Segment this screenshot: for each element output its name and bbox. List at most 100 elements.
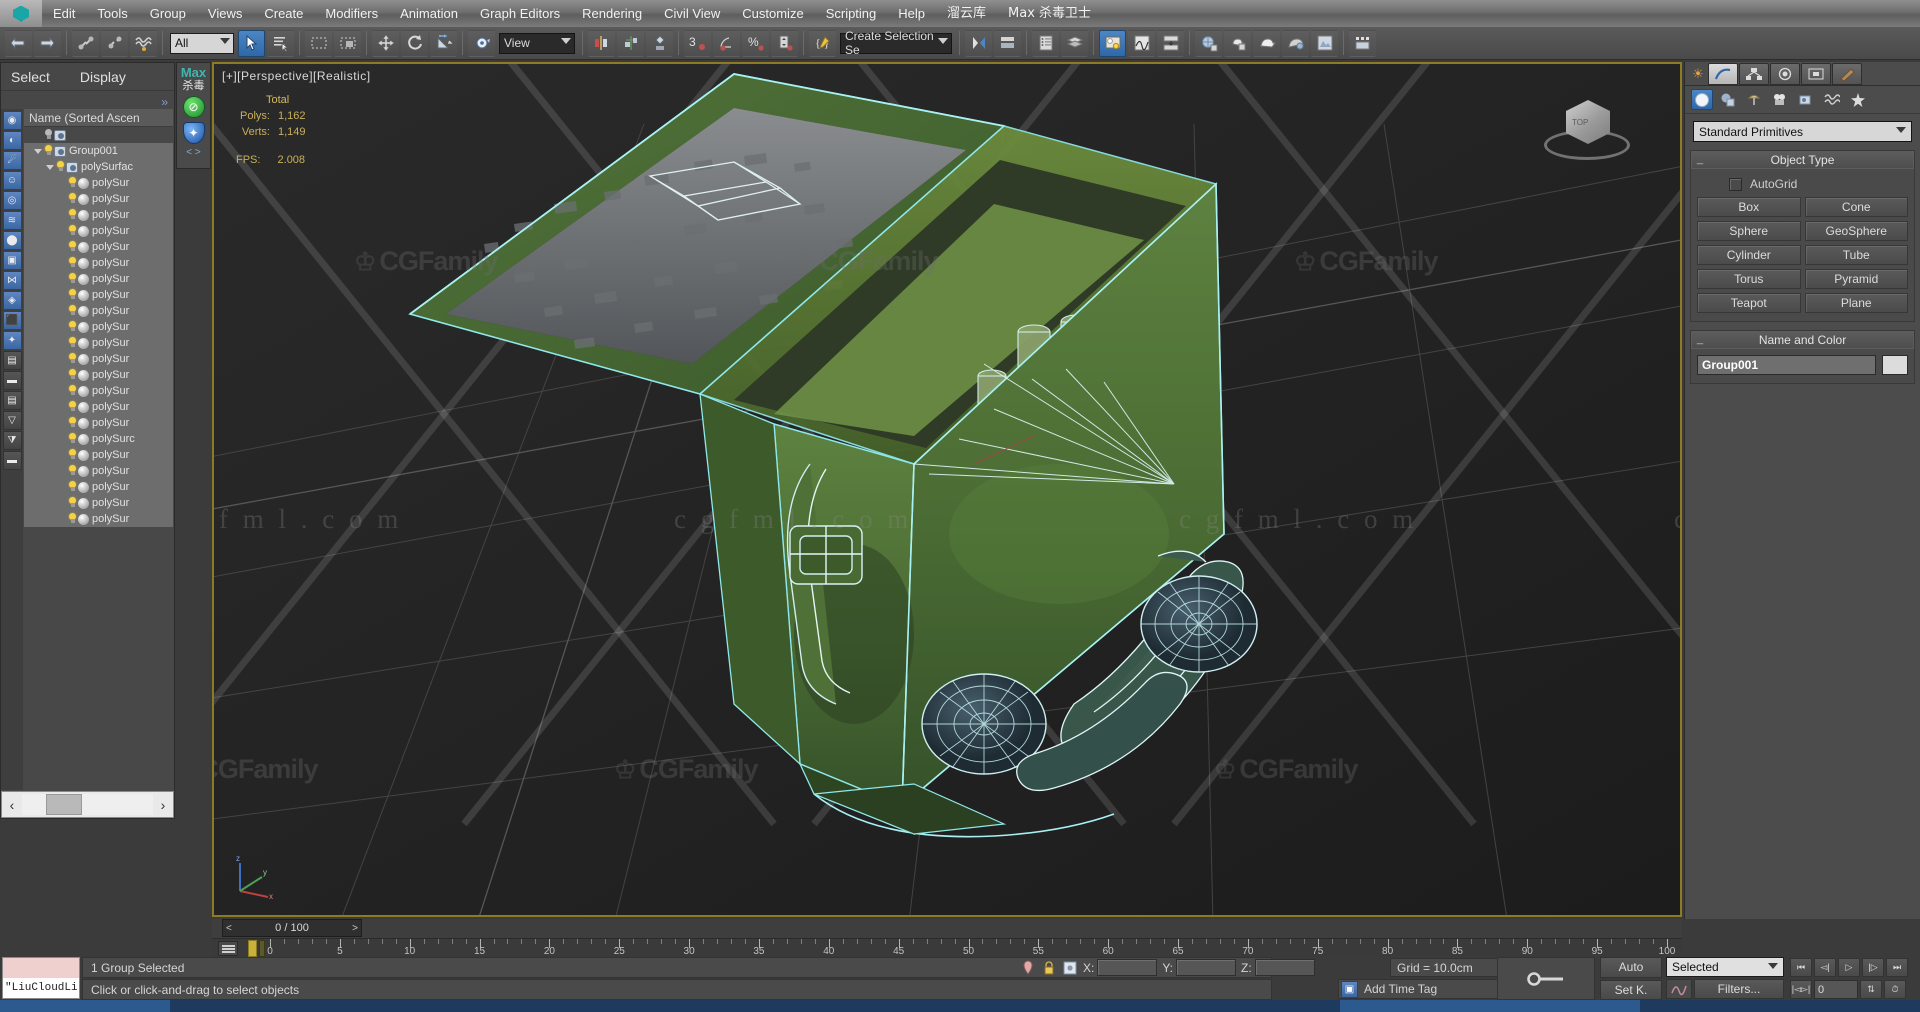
tree-row[interactable]: polySur: [24, 239, 173, 255]
curve-editor-icon[interactable]: [1128, 29, 1155, 57]
time-tag-icon[interactable]: ▣: [1341, 980, 1358, 998]
key-filter-combo[interactable]: Selected: [1666, 957, 1784, 977]
sphere-object-icon[interactable]: [78, 337, 89, 349]
shapes-icon[interactable]: [1717, 89, 1739, 110]
previous-frame-icon[interactable]: ◅|: [1814, 958, 1836, 977]
tree-row[interactable]: polySur: [24, 175, 173, 191]
sphere-object-icon[interactable]: [78, 369, 89, 381]
render-toggle-icon[interactable]: [66, 161, 78, 173]
motion-tab[interactable]: [1801, 63, 1831, 85]
sphere-object-icon[interactable]: [78, 193, 89, 205]
go-to-end-icon[interactable]: ⏭: [1886, 958, 1908, 977]
geosphere-button[interactable]: GeoSphere: [1804, 221, 1908, 241]
perspective-viewport[interactable]: [+][Perspective][Realistic] Total Polys:…: [212, 62, 1682, 917]
scene-explorer-tool-4[interactable]: ◎: [2, 191, 22, 210]
menu-item-graph-editors[interactable]: Graph Editors: [469, 0, 571, 27]
tree-row[interactable]: polySur: [24, 383, 173, 399]
play-animation-icon[interactable]: ▷: [1838, 958, 1860, 977]
menu-item-max-antivirus[interactable]: Max 杀毒卫士: [997, 0, 1102, 27]
menu-item-tools[interactable]: Tools: [86, 0, 138, 27]
subcategory-combo[interactable]: Standard Primitives: [1693, 121, 1912, 142]
render-settings-dots-icon[interactable]: [1349, 29, 1376, 57]
key-mode-icon[interactable]: |◅▻|: [1790, 980, 1812, 999]
sphere-object-icon[interactable]: [78, 481, 89, 493]
tree-row[interactable]: polySur: [24, 207, 173, 223]
light-bulb-icon[interactable]: [67, 353, 78, 365]
sphere-object-icon[interactable]: [78, 353, 89, 365]
menu-item-create[interactable]: Create: [253, 0, 314, 27]
viewport-label[interactable]: [+][Perspective][Realistic]: [222, 69, 371, 83]
undo-icon[interactable]: [5, 29, 32, 57]
material-editor-icon[interactable]: [1099, 29, 1126, 57]
render-setup-icon[interactable]: [1195, 29, 1222, 57]
selection-filter-combo[interactable]: All: [170, 32, 234, 54]
hierarchy-tab[interactable]: [1770, 63, 1800, 85]
snaps-toggle-icon[interactable]: 3: [684, 29, 711, 57]
menu-item-rendering[interactable]: Rendering: [571, 0, 653, 27]
scene-tree[interactable]: Group001 polySurfac polySur polySur polySur p…: [24, 127, 173, 527]
light-bulb-icon[interactable]: [67, 497, 78, 509]
light-bulb-icon[interactable]: [67, 209, 78, 221]
scrollbar-thumb[interactable]: [46, 794, 82, 815]
track-bar[interactable]: 0 5 10 15 20 25 30 35 40 45 50 55 60 65 70 75 80 85 90 95 10…: [212, 938, 1682, 957]
sphere-object-icon[interactable]: [78, 321, 89, 333]
rollout-collapse-icon[interactable]: _: [1697, 153, 1703, 165]
light-bulb-icon[interactable]: [67, 193, 78, 205]
antivirus-scan-icon[interactable]: ⊘: [182, 96, 205, 118]
y-value[interactable]: [1176, 959, 1237, 976]
tree-row[interactable]: polySur: [24, 255, 173, 271]
tree-row[interactable]: polySur: [24, 447, 173, 463]
spacewarps-icon[interactable]: [1821, 89, 1843, 110]
auto-key-button[interactable]: Auto: [1600, 957, 1662, 978]
render-toggle-icon[interactable]: [54, 145, 66, 157]
tab-select[interactable]: Select: [11, 69, 50, 85]
select-move-icon[interactable]: [372, 29, 399, 57]
menu-item-modifiers[interactable]: Modifiers: [314, 0, 389, 27]
select-rotate-icon[interactable]: [401, 29, 428, 57]
box-button[interactable]: Box: [1697, 197, 1801, 217]
scene-explorer-filter-0[interactable]: ▤: [2, 351, 22, 370]
tab-display[interactable]: Display: [80, 69, 126, 85]
scene-explorer-filter-2[interactable]: ▤: [2, 391, 22, 410]
tree-row[interactable]: polySur: [24, 415, 173, 431]
array-icon[interactable]: [646, 29, 673, 57]
select-link-icon[interactable]: [72, 29, 99, 57]
key-mode-toggle[interactable]: [1497, 957, 1595, 1000]
y-coordinate-field[interactable]: Y:: [1162, 959, 1237, 976]
scene-explorer-hscrollbar[interactable]: ‹ ›: [1, 791, 174, 818]
light-bulb-icon[interactable]: [55, 161, 66, 173]
expand-chevron-icon[interactable]: »: [161, 95, 168, 109]
viewcube[interactable]: TOP: [1542, 96, 1632, 176]
layer-manager-icon[interactable]: [994, 29, 1021, 57]
align-icon[interactable]: [617, 29, 644, 57]
sphere-object-icon[interactable]: [78, 385, 89, 397]
light-bulb-icon[interactable]: [67, 241, 78, 253]
render-toggle-icon[interactable]: [54, 129, 66, 141]
tree-expand-toggle[interactable]: [44, 164, 55, 170]
parameter-curve-icon[interactable]: [1666, 979, 1692, 999]
light-bulb-icon[interactable]: [67, 385, 78, 397]
x-value[interactable]: [1097, 959, 1158, 976]
select-scale-icon[interactable]: [430, 29, 457, 57]
percent-snap-icon[interactable]: %: [742, 29, 769, 57]
filters-button[interactable]: Filters...: [1694, 979, 1784, 999]
sphere-object-icon[interactable]: [78, 257, 89, 269]
scene-explorer-filter-4[interactable]: ⧩: [2, 431, 22, 450]
tree-row[interactable]: polySur: [24, 479, 173, 495]
time-slider[interactable]: < 0 / 100 >: [222, 919, 362, 937]
tree-row[interactable]: polySur: [24, 335, 173, 351]
plane-button[interactable]: Plane: [1804, 293, 1908, 313]
listener-input-text[interactable]: "LiuCloudLi: [3, 978, 79, 998]
light-bulb-icon[interactable]: [67, 337, 78, 349]
tree-row[interactable]: polySur: [24, 303, 173, 319]
sphere-object-icon[interactable]: [78, 513, 89, 525]
scrollbar-track[interactable]: [22, 794, 153, 815]
tree-row[interactable]: polySur: [24, 271, 173, 287]
light-bulb-icon[interactable]: [67, 369, 78, 381]
containers-icon[interactable]: [1061, 29, 1088, 57]
rect-selection-region-icon[interactable]: [305, 29, 332, 57]
light-bulb-icon[interactable]: [67, 481, 78, 493]
edit-named-selection-icon[interactable]: { }: [809, 29, 836, 57]
tree-row[interactable]: polySur: [24, 463, 173, 479]
scene-explorer-tool-1[interactable]: ◐: [2, 131, 22, 150]
